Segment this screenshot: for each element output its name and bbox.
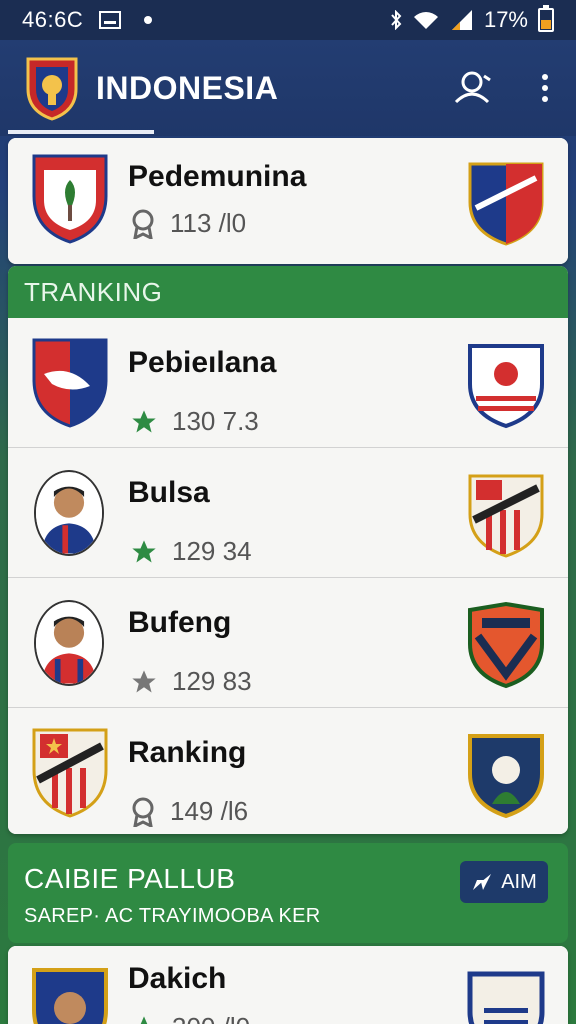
team-crest-icon [32, 728, 108, 818]
tab-indicator [8, 130, 154, 134]
opponent-crest-icon [467, 971, 545, 1024]
list-item[interactable]: Dakich 300 /l0 [8, 946, 568, 1024]
list-item[interactable]: Ranking 149 /l6 [8, 708, 568, 834]
list-item[interactable]: Bulsa 129 34 [8, 448, 568, 578]
star-icon [132, 539, 156, 562]
list-item[interactable]: Pedemunina 113 /l0 [8, 138, 568, 264]
player-avatar [34, 470, 104, 556]
promo-banner[interactable]: CAIBIE PALLUB SAREP· AC TRAYIMOOBA KER A… [8, 843, 568, 943]
opponent-crest-icon [468, 734, 544, 819]
opponent-crest-icon [468, 474, 544, 558]
battery-icon [538, 5, 554, 32]
award-icon [132, 797, 154, 827]
list-item[interactable]: Bufeng 129 83 [8, 578, 568, 708]
banner-title: CAIBIE PALLUB [24, 863, 236, 894]
bluetooth-icon [391, 10, 402, 30]
player-name: Bulsa [128, 476, 210, 509]
club-crest-logo [26, 57, 78, 121]
status-bar: 46:6C 17% [0, 0, 576, 40]
team-name: Ranking [128, 736, 247, 769]
opponent-crest-icon [468, 601, 544, 689]
award-icon [132, 209, 154, 239]
banner-subtitle: SAREP· AC TRAYIMOOBA KER [24, 905, 321, 927]
ranking-header: TRANKING [8, 266, 568, 318]
team-name: Pedemunina [128, 160, 307, 193]
app-title: INDONESIA [96, 69, 279, 106]
team-name: Dakich [128, 962, 227, 995]
player-score: 129 34 [172, 536, 252, 566]
team-crest-icon [32, 154, 108, 244]
star-icon [132, 409, 156, 432]
list-item[interactable]: Pebieılana 130 7.3 [8, 318, 568, 448]
signal-icon [451, 10, 472, 30]
player-name: Bufeng [128, 606, 232, 639]
player-score: 129 83 [172, 666, 252, 696]
team-crest-icon [32, 968, 108, 1024]
star-icon [132, 1015, 156, 1024]
team-crest-icon [32, 338, 108, 428]
status-time: 46:6C [22, 7, 84, 32]
featured-team-card[interactable]: Pedemunina 113 /l0 [8, 138, 568, 264]
aim-button[interactable]: AIM [460, 861, 548, 903]
opponent-crest-icon [468, 344, 544, 429]
wifi-icon [413, 12, 438, 29]
app-bar: INDONESIA [0, 40, 576, 136]
team-card[interactable]: Dakich 300 /l0 [8, 946, 568, 1024]
team-score: 149 /l6 [170, 796, 249, 826]
screen-icon [99, 11, 122, 29]
send-icon [473, 874, 492, 890]
ranking-card: TRANKING Pebieılana 130 7.3 Bulsa 129 34… [8, 266, 568, 834]
team-name: Pebieılana [128, 346, 277, 379]
profile-icon[interactable] [450, 70, 494, 106]
team-score: 130 7.3 [172, 406, 259, 436]
aim-button-label: AIM [501, 870, 537, 893]
team-score: 113 /l0 [170, 208, 247, 238]
player-avatar [34, 600, 104, 686]
team-score: 300 /l0 [172, 1012, 250, 1024]
star-icon [132, 669, 156, 692]
opponent-crest-icon [468, 162, 544, 246]
dot-icon [144, 16, 153, 24]
battery-percent: 17% [483, 7, 528, 32]
overflow-menu-icon[interactable] [538, 74, 552, 102]
